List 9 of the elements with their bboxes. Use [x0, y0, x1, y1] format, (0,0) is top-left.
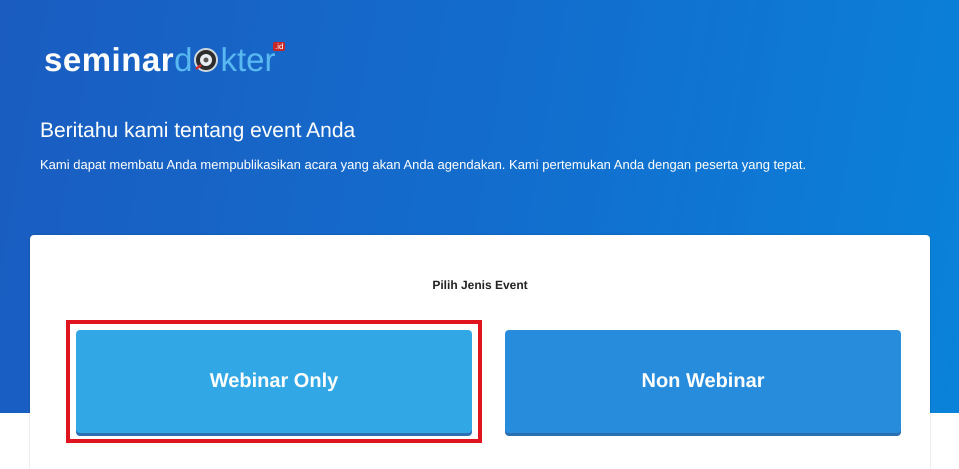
- logo-badge: .id: [273, 42, 286, 51]
- logo-text: d: [174, 41, 192, 79]
- event-type-button[interactable]: Non Webinar: [505, 330, 901, 433]
- page-subheading: Kami dapat membatu Anda mempublikasikan acara yang akan Anda agendakan. Kami pertemukan Anda dengan peserta yang tepat.: [40, 157, 808, 172]
- page-heading: Beritahu kami tentang event Anda: [40, 119, 356, 143]
- card-title: Pilih Jenis Event: [431, 278, 529, 292]
- logo-text: kter: [220, 41, 276, 79]
- logo-text: seminar: [44, 41, 174, 79]
- event-type-button[interactable]: Webinar Only: [76, 330, 472, 433]
